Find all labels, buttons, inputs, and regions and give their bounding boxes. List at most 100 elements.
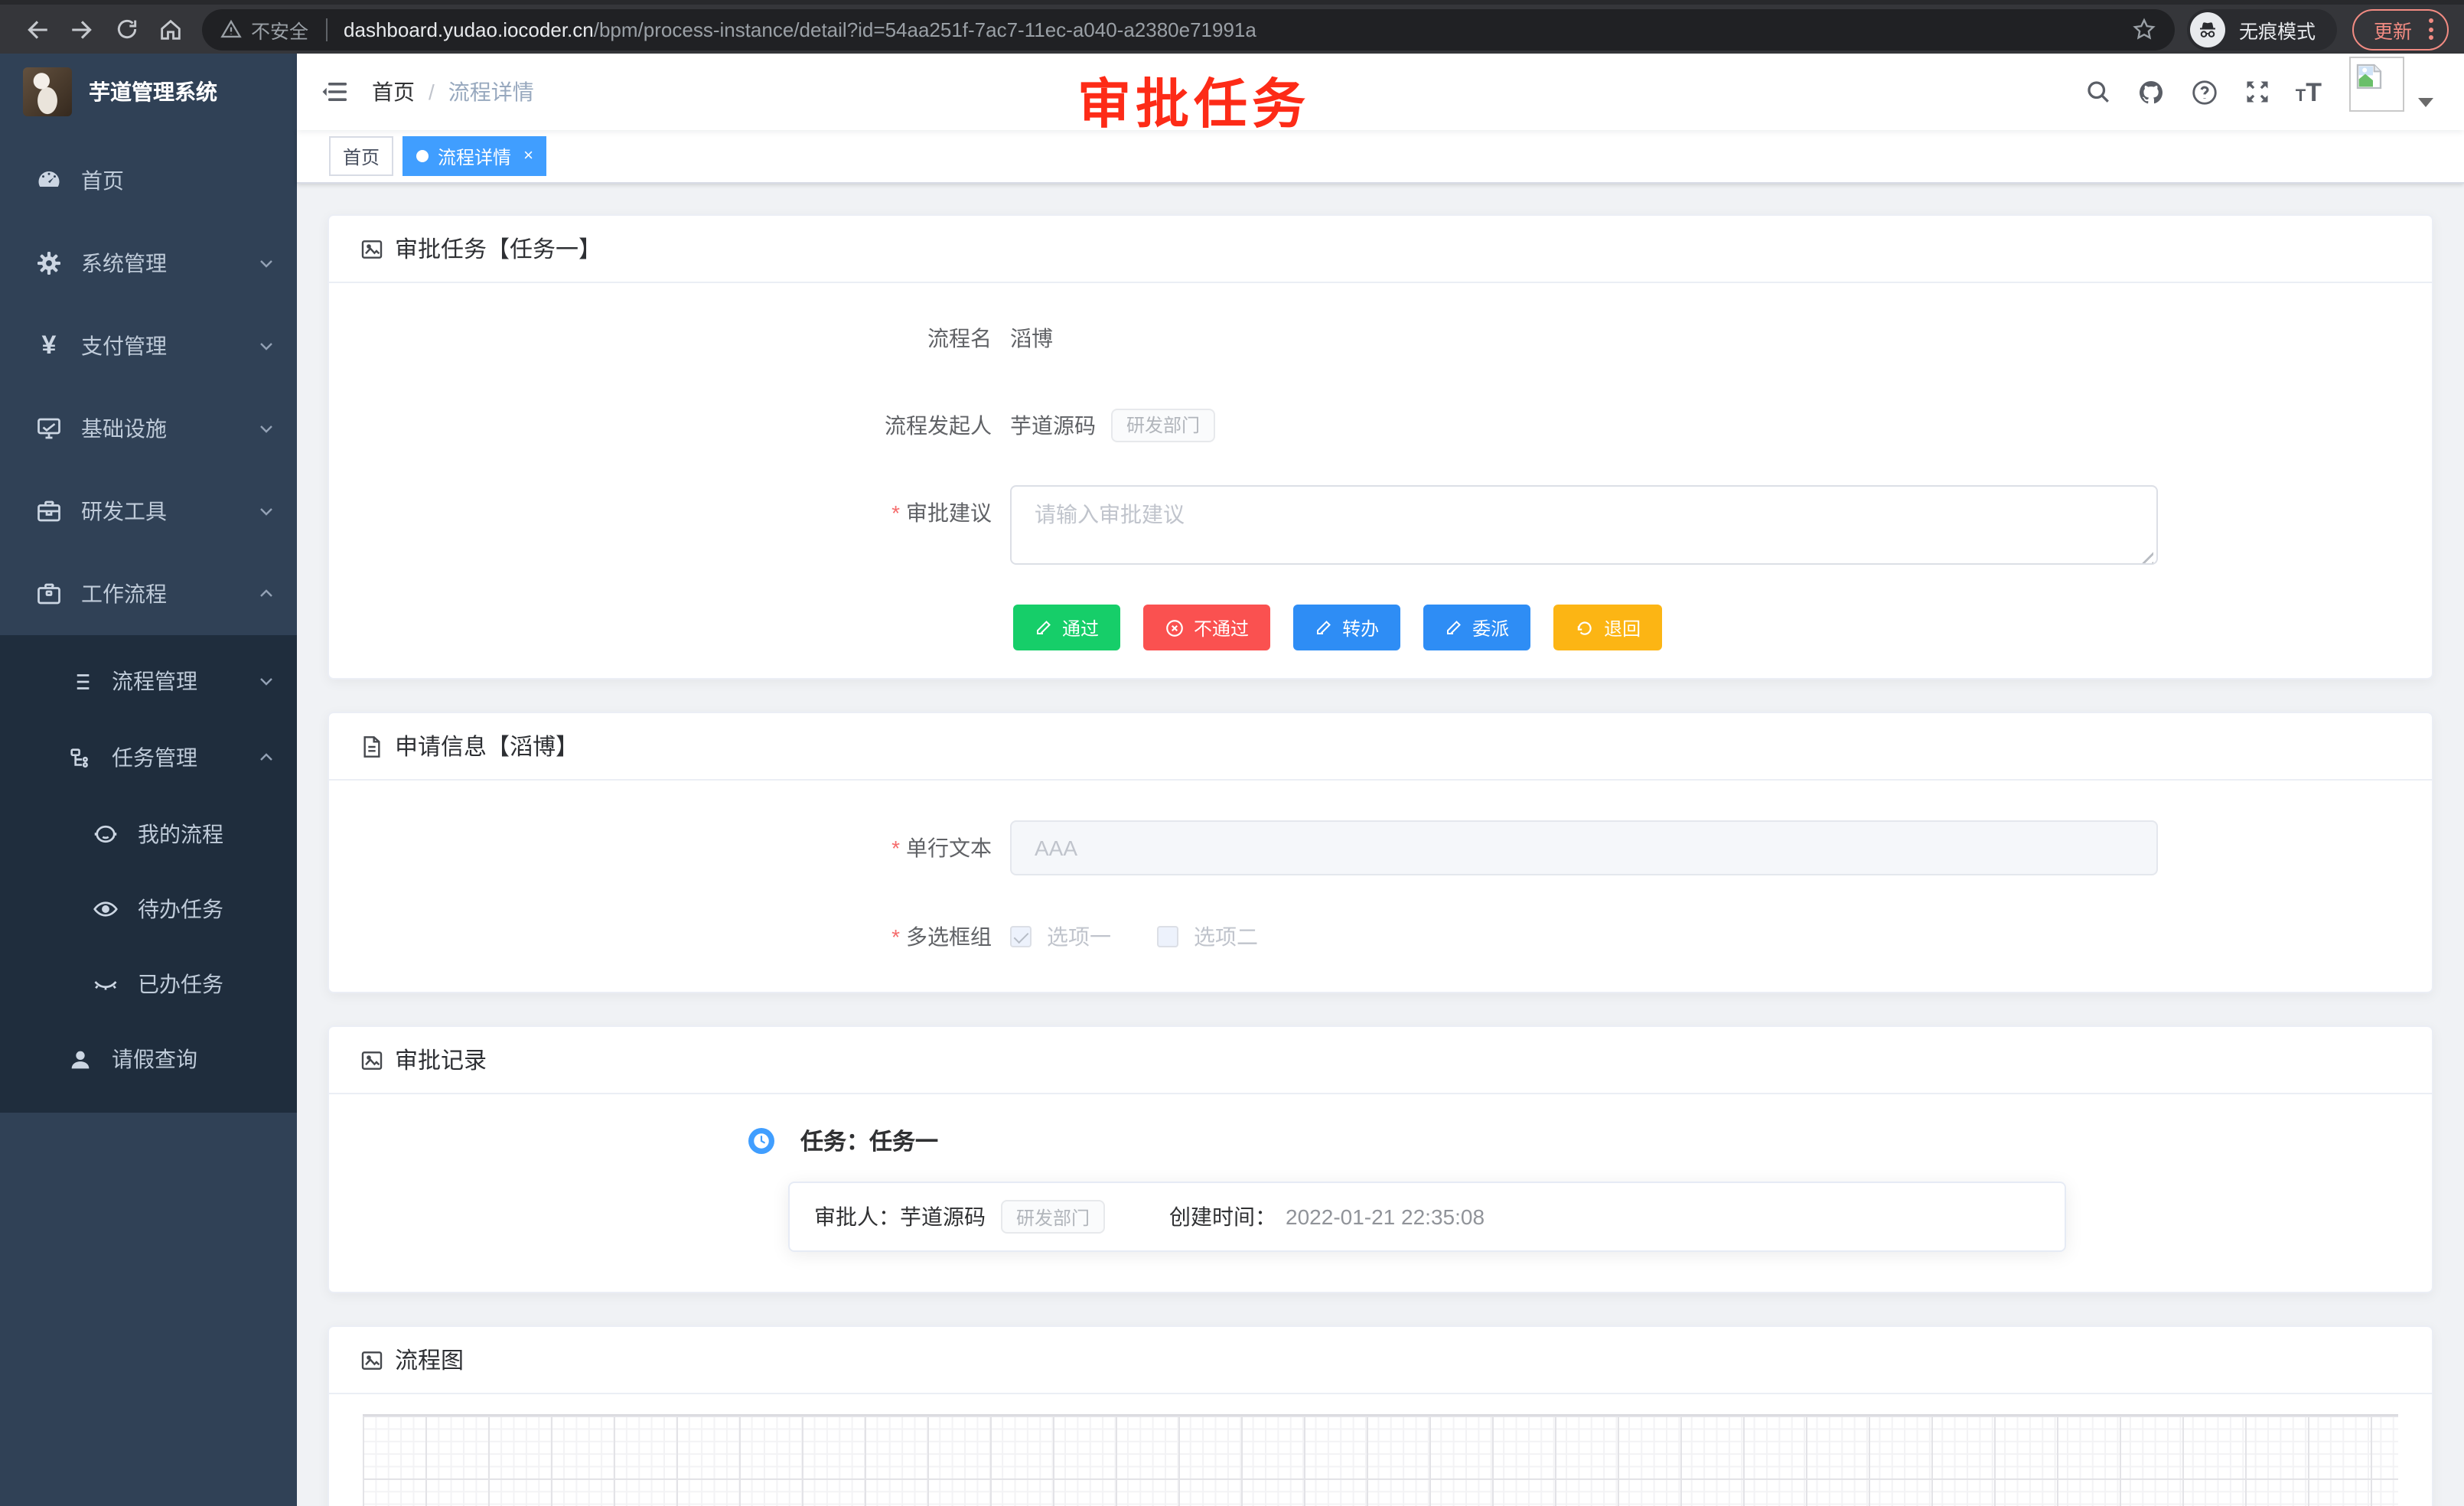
approve-button[interactable]: 通过 [1013, 605, 1120, 650]
card-header: 申请信息【滔博】 [329, 713, 2432, 781]
card-title: 申请信息【滔博】 [395, 730, 579, 762]
sidebar-item-pay[interactable]: ¥ 支付管理 [0, 305, 297, 387]
chrome-update-button[interactable]: 更新 [2352, 8, 2449, 50]
sidebar-item-my-process[interactable]: 我的流程 [0, 796, 297, 871]
breadcrumb-separator: / [429, 80, 435, 104]
sidebar-item-home[interactable]: 首页 [0, 139, 297, 222]
active-dot-icon [416, 150, 429, 162]
bpmn-canvas[interactable] [363, 1414, 2398, 1506]
sidebar-item-label: 系统管理 [81, 248, 257, 279]
transfer-button[interactable]: 转办 [1293, 605, 1400, 650]
sidebar-item-label: 首页 [81, 165, 275, 196]
card-body: 流程名 滔博 流程发起人 芋道源码 研发部门 审批建议 [329, 283, 2432, 678]
broken-image-icon [2354, 61, 2384, 92]
edit-icon [1445, 618, 1463, 637]
breadcrumb-home[interactable]: 首页 [372, 77, 415, 107]
tab-label: 首页 [343, 143, 380, 169]
time-label: 创建时间： [1169, 1201, 1276, 1232]
task-title: 任务：任务一 [800, 1125, 938, 1157]
sidebar-item-system[interactable]: 系统管理 [0, 222, 297, 305]
card-header: 审批任务【任务一】 [329, 216, 2432, 283]
sidebar-item-infra[interactable]: 基础设施 [0, 387, 297, 470]
sidebar-item-devtools[interactable]: 研发工具 [0, 470, 297, 553]
tab-home[interactable]: 首页 [329, 136, 393, 176]
suggestion-textarea[interactable] [1010, 485, 2158, 565]
tab-process-detail[interactable]: 流程详情 × [403, 136, 547, 176]
record-box: 审批人： 芋道源码 研发部门 创建时间： 2022-01-21 22:35:08 [788, 1182, 2066, 1252]
forward-icon [69, 16, 95, 42]
sidebar-item-workflow[interactable]: 工作流程 [0, 553, 297, 635]
address-bar[interactable]: 不安全 dashboard.yudao.iocoder.cn/bpm/proce… [202, 8, 2175, 50]
browser-menu-icon[interactable] [2426, 15, 2436, 43]
field-label: 流程发起人 [360, 398, 1010, 453]
field-value: 芋道源码 研发部门 [1010, 398, 1215, 453]
checkbox-option-2: 选项二 [1157, 921, 1258, 952]
sidebar-item-leave-query[interactable]: 请假查询 [0, 1021, 297, 1097]
bookmark-star-icon[interactable] [2132, 15, 2156, 43]
timeline-item: 任务：任务一 [748, 1125, 2401, 1157]
home-button[interactable] [148, 7, 193, 51]
form-row-process-name: 流程名 滔博 [360, 311, 2401, 366]
checkbox-label: 选项一 [1047, 921, 1111, 952]
reload-button[interactable] [104, 7, 148, 51]
close-icon[interactable]: × [523, 147, 533, 165]
textarea-wrap [1010, 485, 2158, 572]
incognito-icon [2190, 11, 2225, 47]
checkbox-label: 选项二 [1194, 921, 1258, 952]
sidebar-item-todo-tasks[interactable]: 待办任务 [0, 871, 297, 946]
initiator-name: 芋道源码 [1010, 398, 1096, 453]
sidebar-item-done-tasks[interactable]: 已办任务 [0, 946, 297, 1021]
checkbox-checked-icon [1010, 926, 1032, 947]
delegate-button[interactable]: 委派 [1423, 605, 1530, 650]
sitemap-icon [61, 745, 98, 771]
card-body: 单行文本 多选框组 选项一 [329, 781, 2432, 992]
picture-icon [360, 1348, 384, 1372]
dashboard-icon [31, 167, 67, 194]
sidebar-item-label: 任务管理 [112, 742, 257, 773]
card-title: 审批记录 [395, 1044, 487, 1076]
field-label: 单行文本 [360, 820, 1010, 875]
form-row-checkbox: 多选框组 选项一 选项二 [360, 921, 2401, 952]
dept-tag: 研发部门 [1111, 409, 1215, 442]
refresh-left-icon [1575, 618, 1595, 637]
url-path: /bpm/process-instance/detail?id=54aa251f… [594, 18, 1256, 41]
sidebar-item-label: 研发工具 [81, 496, 257, 526]
forward-button[interactable] [60, 7, 104, 51]
return-button[interactable]: 退回 [1553, 605, 1662, 650]
browser-chrome: 不安全 dashboard.yudao.iocoder.cn/bpm/proce… [0, 0, 2464, 54]
github-button[interactable] [2124, 54, 2178, 130]
sidebar-item-task-mgmt[interactable]: 任务管理 [0, 719, 297, 796]
breadcrumb: 首页 / 流程详情 [372, 77, 534, 107]
sidebar-item-process-mgmt[interactable]: 流程管理 [0, 643, 297, 719]
field-label: 流程名 [360, 311, 1010, 366]
incognito-label: 无痕模式 [2239, 15, 2316, 44]
breadcrumb-current: 流程详情 [448, 77, 534, 107]
chevron-up-icon [257, 585, 275, 603]
search-button[interactable] [2072, 54, 2124, 130]
card-title: 审批任务【任务一】 [395, 233, 601, 265]
avatar[interactable] [2349, 57, 2404, 112]
single-line-input [1010, 820, 2158, 875]
update-label: 更新 [2374, 15, 2412, 44]
sidebar-logo[interactable]: 芋道管理系统 [0, 54, 297, 130]
yen-icon: ¥ [31, 331, 67, 361]
assignee-name: 芋道源码 [900, 1201, 986, 1232]
sidebar-menu: 首页 系统管理 ¥ 支付管理 [0, 139, 297, 1113]
page-content: 审批任务【任务一】 流程名 滔博 流程发起人 芋道源码 研发部门 [297, 184, 2464, 1506]
form-row-suggestion: 审批建议 [360, 485, 2401, 572]
sidebar-item-label: 工作流程 [81, 579, 257, 609]
gear-icon [31, 249, 67, 277]
chevron-down-icon [257, 337, 275, 355]
help-button[interactable] [2178, 54, 2231, 130]
fullscreen-button[interactable] [2231, 54, 2283, 130]
chevron-down-icon [257, 254, 275, 272]
approval-task-card: 审批任务【任务一】 流程名 滔博 流程发起人 芋道源码 研发部门 [328, 214, 2433, 680]
reject-button[interactable]: 不通过 [1143, 605, 1270, 650]
font-size-button[interactable]: TT [2283, 54, 2334, 130]
avatar-caret-icon[interactable] [2418, 98, 2433, 107]
back-button[interactable] [15, 7, 60, 51]
eye-closed-icon [87, 970, 124, 997]
eye-open-icon [87, 895, 124, 922]
search-icon [2084, 78, 2112, 106]
sidebar-collapse-button[interactable] [321, 78, 349, 106]
